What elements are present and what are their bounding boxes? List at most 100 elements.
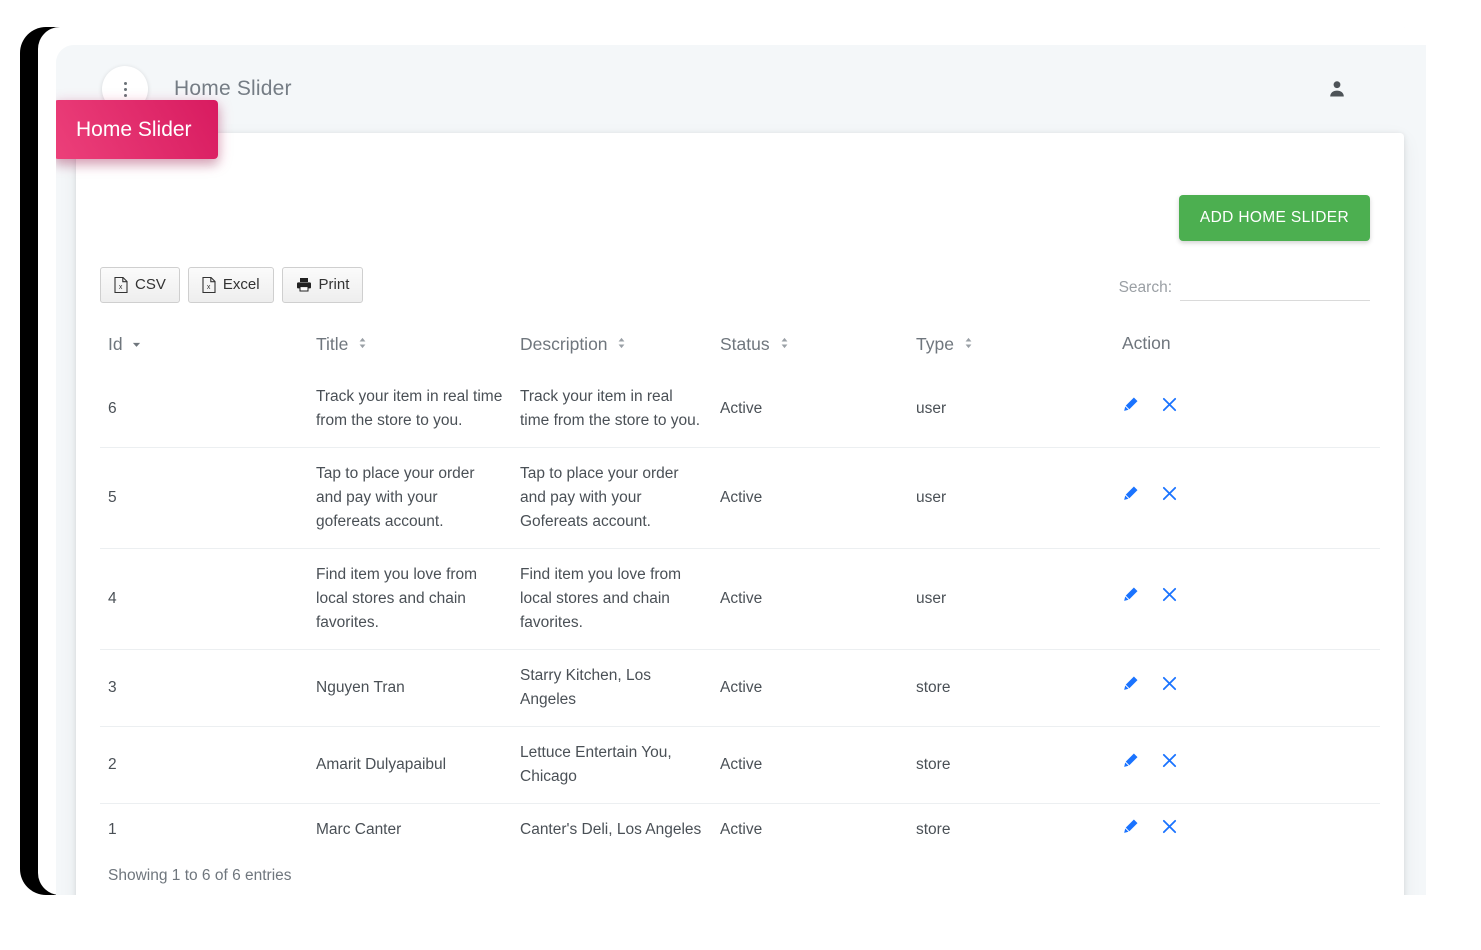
cell-status: Active <box>712 446 908 549</box>
home-slider-card: Home Slider ADD HOME SLIDER x CSV x Exce… <box>56 100 1404 895</box>
cell-action <box>1114 648 1380 727</box>
table-footer: Showing 1 to 6 of 6 entries <box>100 857 1380 885</box>
close-x-icon[interactable] <box>1161 485 1178 510</box>
column-header-type[interactable]: Type <box>908 321 1114 371</box>
cell-type: store <box>908 802 1114 857</box>
edit-pencil-icon[interactable] <box>1122 396 1139 421</box>
user-account-icon[interactable] <box>1326 78 1348 100</box>
cell-title: Track your item in real time from the st… <box>316 387 503 429</box>
card-body: ADD HOME SLIDER x CSV x Excel Print Sear… <box>76 143 1404 895</box>
cell-id: 4 <box>100 547 308 650</box>
cell-action <box>1114 371 1380 448</box>
cell-title: Tap to place your order and pay with you… <box>308 446 512 549</box>
cell-title: Find item you love from local stores and… <box>308 547 512 650</box>
column-header-description-label: Description <box>520 333 608 354</box>
sort-both-icon <box>617 333 626 354</box>
edit-pencil-icon[interactable] <box>1122 675 1139 700</box>
cell-id: 1 <box>100 802 308 857</box>
kebab-dot <box>123 87 127 91</box>
file-excel-icon: x <box>202 276 216 293</box>
close-x-icon[interactable] <box>1161 752 1178 777</box>
cell-action <box>1114 547 1380 650</box>
column-header-description[interactable]: Description <box>512 321 712 371</box>
table-row: 6 Track your item in real time from the … <box>100 371 1380 448</box>
cell-title: Nguyen Tran <box>308 648 512 727</box>
close-x-icon[interactable] <box>1161 675 1178 700</box>
column-header-id[interactable]: Id <box>100 321 308 371</box>
table-header-row: Id Title Description Status Type Action <box>100 321 1380 371</box>
export-buttons-group: x CSV x Excel Print <box>100 266 364 303</box>
cell-type: user <box>908 446 1114 549</box>
cell-status: Active <box>712 648 908 727</box>
file-csv-icon: x <box>114 276 128 293</box>
cell-status: Active <box>712 802 908 857</box>
column-header-status[interactable]: Status <box>712 321 908 371</box>
cell-status: Active <box>712 547 908 650</box>
cell-description: Find item you love from local stores and… <box>512 547 712 650</box>
search-input[interactable] <box>1180 274 1370 301</box>
column-header-title-label: Title <box>316 333 349 354</box>
close-x-icon[interactable] <box>1161 818 1178 843</box>
pagination: PREVIOUS 1 NEXT <box>100 885 1380 895</box>
column-header-type-label: Type <box>916 333 954 354</box>
column-header-id-label: Id <box>108 333 123 354</box>
sort-desc-icon <box>132 333 141 354</box>
datatable-toolbar: x CSV x Excel Print Search: <box>100 241 1380 303</box>
table-head: Id Title Description Status Type Action <box>100 321 1380 371</box>
export-excel-label: Excel <box>222 275 260 293</box>
edit-pencil-icon[interactable] <box>1122 586 1139 611</box>
print-button[interactable]: Print <box>281 266 364 303</box>
edit-pencil-icon[interactable] <box>1122 485 1139 510</box>
cell-id: 5 <box>100 446 308 549</box>
close-x-icon[interactable] <box>1161 396 1178 421</box>
table-info: Showing 1 to 6 of 6 entries <box>108 866 292 884</box>
cell-title: Amarit Dulyapaibul <box>308 725 512 804</box>
column-header-title[interactable]: Title <box>308 321 512 371</box>
printer-icon <box>296 277 312 292</box>
kebab-dot <box>123 81 127 85</box>
cell-title: Marc Canter <box>308 802 512 857</box>
table-row: 2 Amarit Dulyapaibul Lettuce Entertain Y… <box>100 725 1380 804</box>
column-header-action-label: Action <box>1122 333 1171 353</box>
table-row: 5 Tap to place your order and pay with y… <box>100 446 1380 549</box>
home-slider-table: Id Title Description Status Type Action … <box>100 321 1380 857</box>
add-button-row: ADD HOME SLIDER <box>100 143 1380 241</box>
svg-text:x: x <box>207 284 211 291</box>
cell-type: store <box>908 725 1114 804</box>
export-csv-button[interactable]: x CSV <box>100 266 180 303</box>
app-shell: Home Slider Home Slider ADD HOME SLIDER <box>56 45 1426 895</box>
table-row: 1 Marc Canter Canter's Deli, Los Angeles… <box>100 802 1380 857</box>
page-title: Home Slider <box>174 77 292 100</box>
content-area: Home Slider ADD HOME SLIDER x CSV x Exce… <box>56 100 1426 895</box>
export-excel-button[interactable]: x Excel <box>187 266 274 303</box>
topbar-actions <box>1326 78 1348 100</box>
sort-both-icon <box>964 333 973 354</box>
cell-action <box>1114 725 1380 804</box>
kebab-dot <box>123 93 127 97</box>
sort-both-icon <box>780 333 789 354</box>
table-body: 6 Track your item in real time from the … <box>100 371 1380 857</box>
edit-pencil-icon[interactable] <box>1122 752 1139 777</box>
sort-both-icon <box>358 333 367 354</box>
export-csv-label: CSV <box>135 275 166 293</box>
card-header-badge: Home Slider <box>56 100 218 159</box>
cell-id: 6 <box>108 399 117 417</box>
column-header-status-label: Status <box>720 333 770 354</box>
edit-pencil-icon[interactable] <box>1122 818 1139 843</box>
cell-description: Tap to place your order and pay with you… <box>512 446 712 549</box>
close-x-icon[interactable] <box>1161 586 1178 611</box>
column-header-action: Action <box>1114 321 1380 371</box>
cell-description: Starry Kitchen, Los Angeles <box>512 648 712 727</box>
cell-description: Track your item in real time from the st… <box>520 387 701 429</box>
cell-type: user <box>908 547 1114 650</box>
print-label: Print <box>318 275 350 293</box>
cell-type: store <box>908 648 1114 727</box>
cell-status: Active <box>720 399 763 417</box>
cell-type: user <box>916 399 947 417</box>
search-area: Search: <box>1119 274 1370 303</box>
cell-action <box>1114 802 1380 857</box>
cell-action <box>1114 446 1380 549</box>
svg-text:x: x <box>119 284 123 291</box>
add-home-slider-button[interactable]: ADD HOME SLIDER <box>1178 195 1370 241</box>
app-topbar: Home Slider <box>56 45 1426 133</box>
